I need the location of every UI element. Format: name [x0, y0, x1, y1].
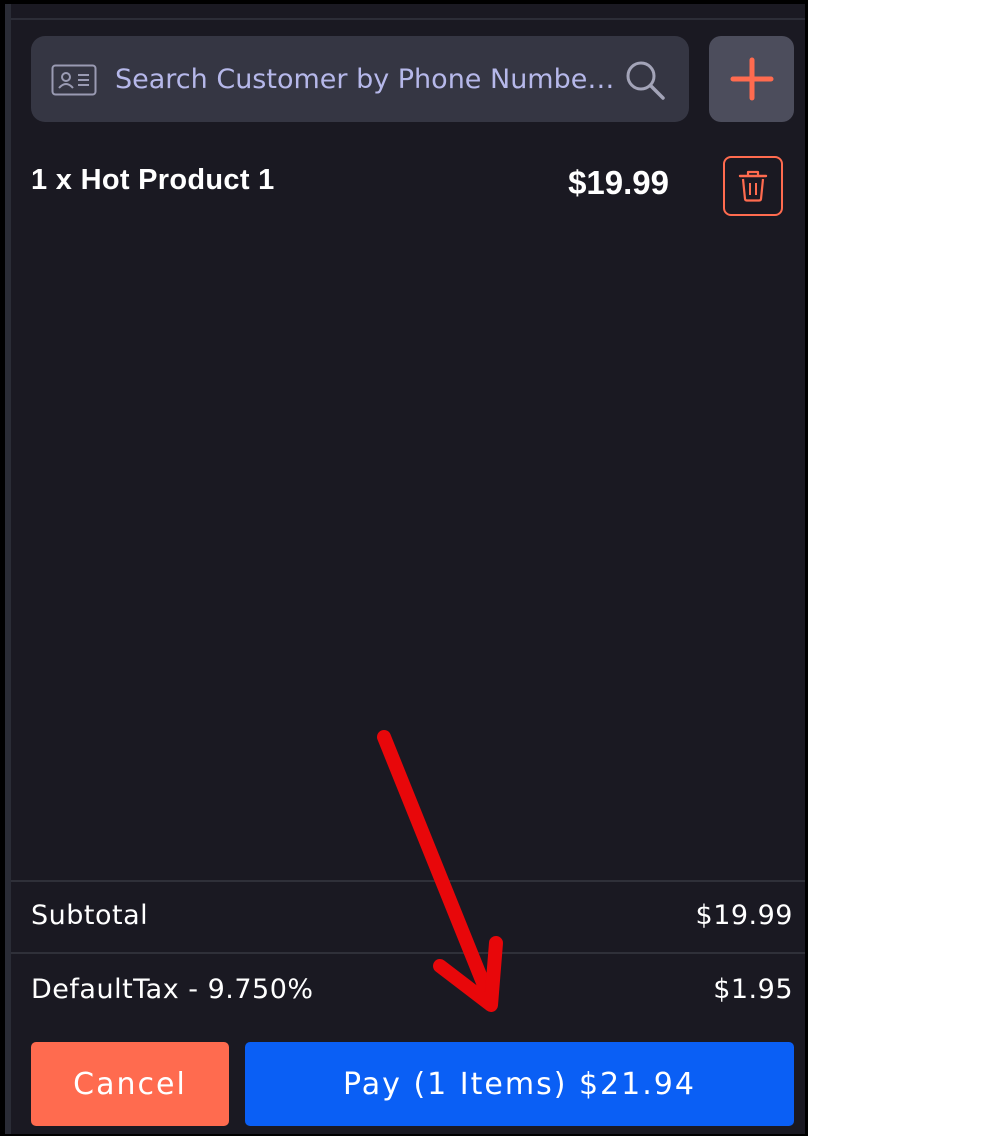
cart-panel: 1 x Hot Product 1 $19.99 Subtotal $19.99… — [5, 4, 805, 1134]
subtotal-value: $19.99 — [695, 900, 793, 931]
customer-search-input[interactable] — [115, 54, 615, 104]
cancel-button[interactable]: Cancel — [31, 1042, 229, 1126]
summary-divider-bottom — [11, 952, 805, 954]
trash-icon — [738, 170, 768, 202]
subtotal-label: Subtotal — [31, 900, 149, 931]
customer-search-box[interactable] — [31, 36, 689, 122]
tax-value: $1.95 — [713, 974, 793, 1005]
left-rail — [5, 4, 11, 1134]
plus-icon — [730, 57, 774, 101]
pay-button[interactable]: Pay (1 Items) $21.94 — [245, 1042, 794, 1126]
search-icon[interactable] — [623, 58, 667, 102]
cart-item-label: 1 x Hot Product 1 — [31, 164, 275, 196]
cart-item-price: $19.99 — [568, 164, 669, 201]
id-card-icon[interactable] — [51, 64, 97, 96]
app-frame: 1 x Hot Product 1 $19.99 Subtotal $19.99… — [0, 0, 808, 1136]
tax-label: DefaultTax - 9.750% — [31, 974, 314, 1005]
summary-divider-top — [11, 880, 805, 882]
top-divider — [11, 18, 805, 20]
add-customer-button[interactable] — [709, 36, 794, 122]
delete-item-button[interactable] — [723, 156, 783, 216]
